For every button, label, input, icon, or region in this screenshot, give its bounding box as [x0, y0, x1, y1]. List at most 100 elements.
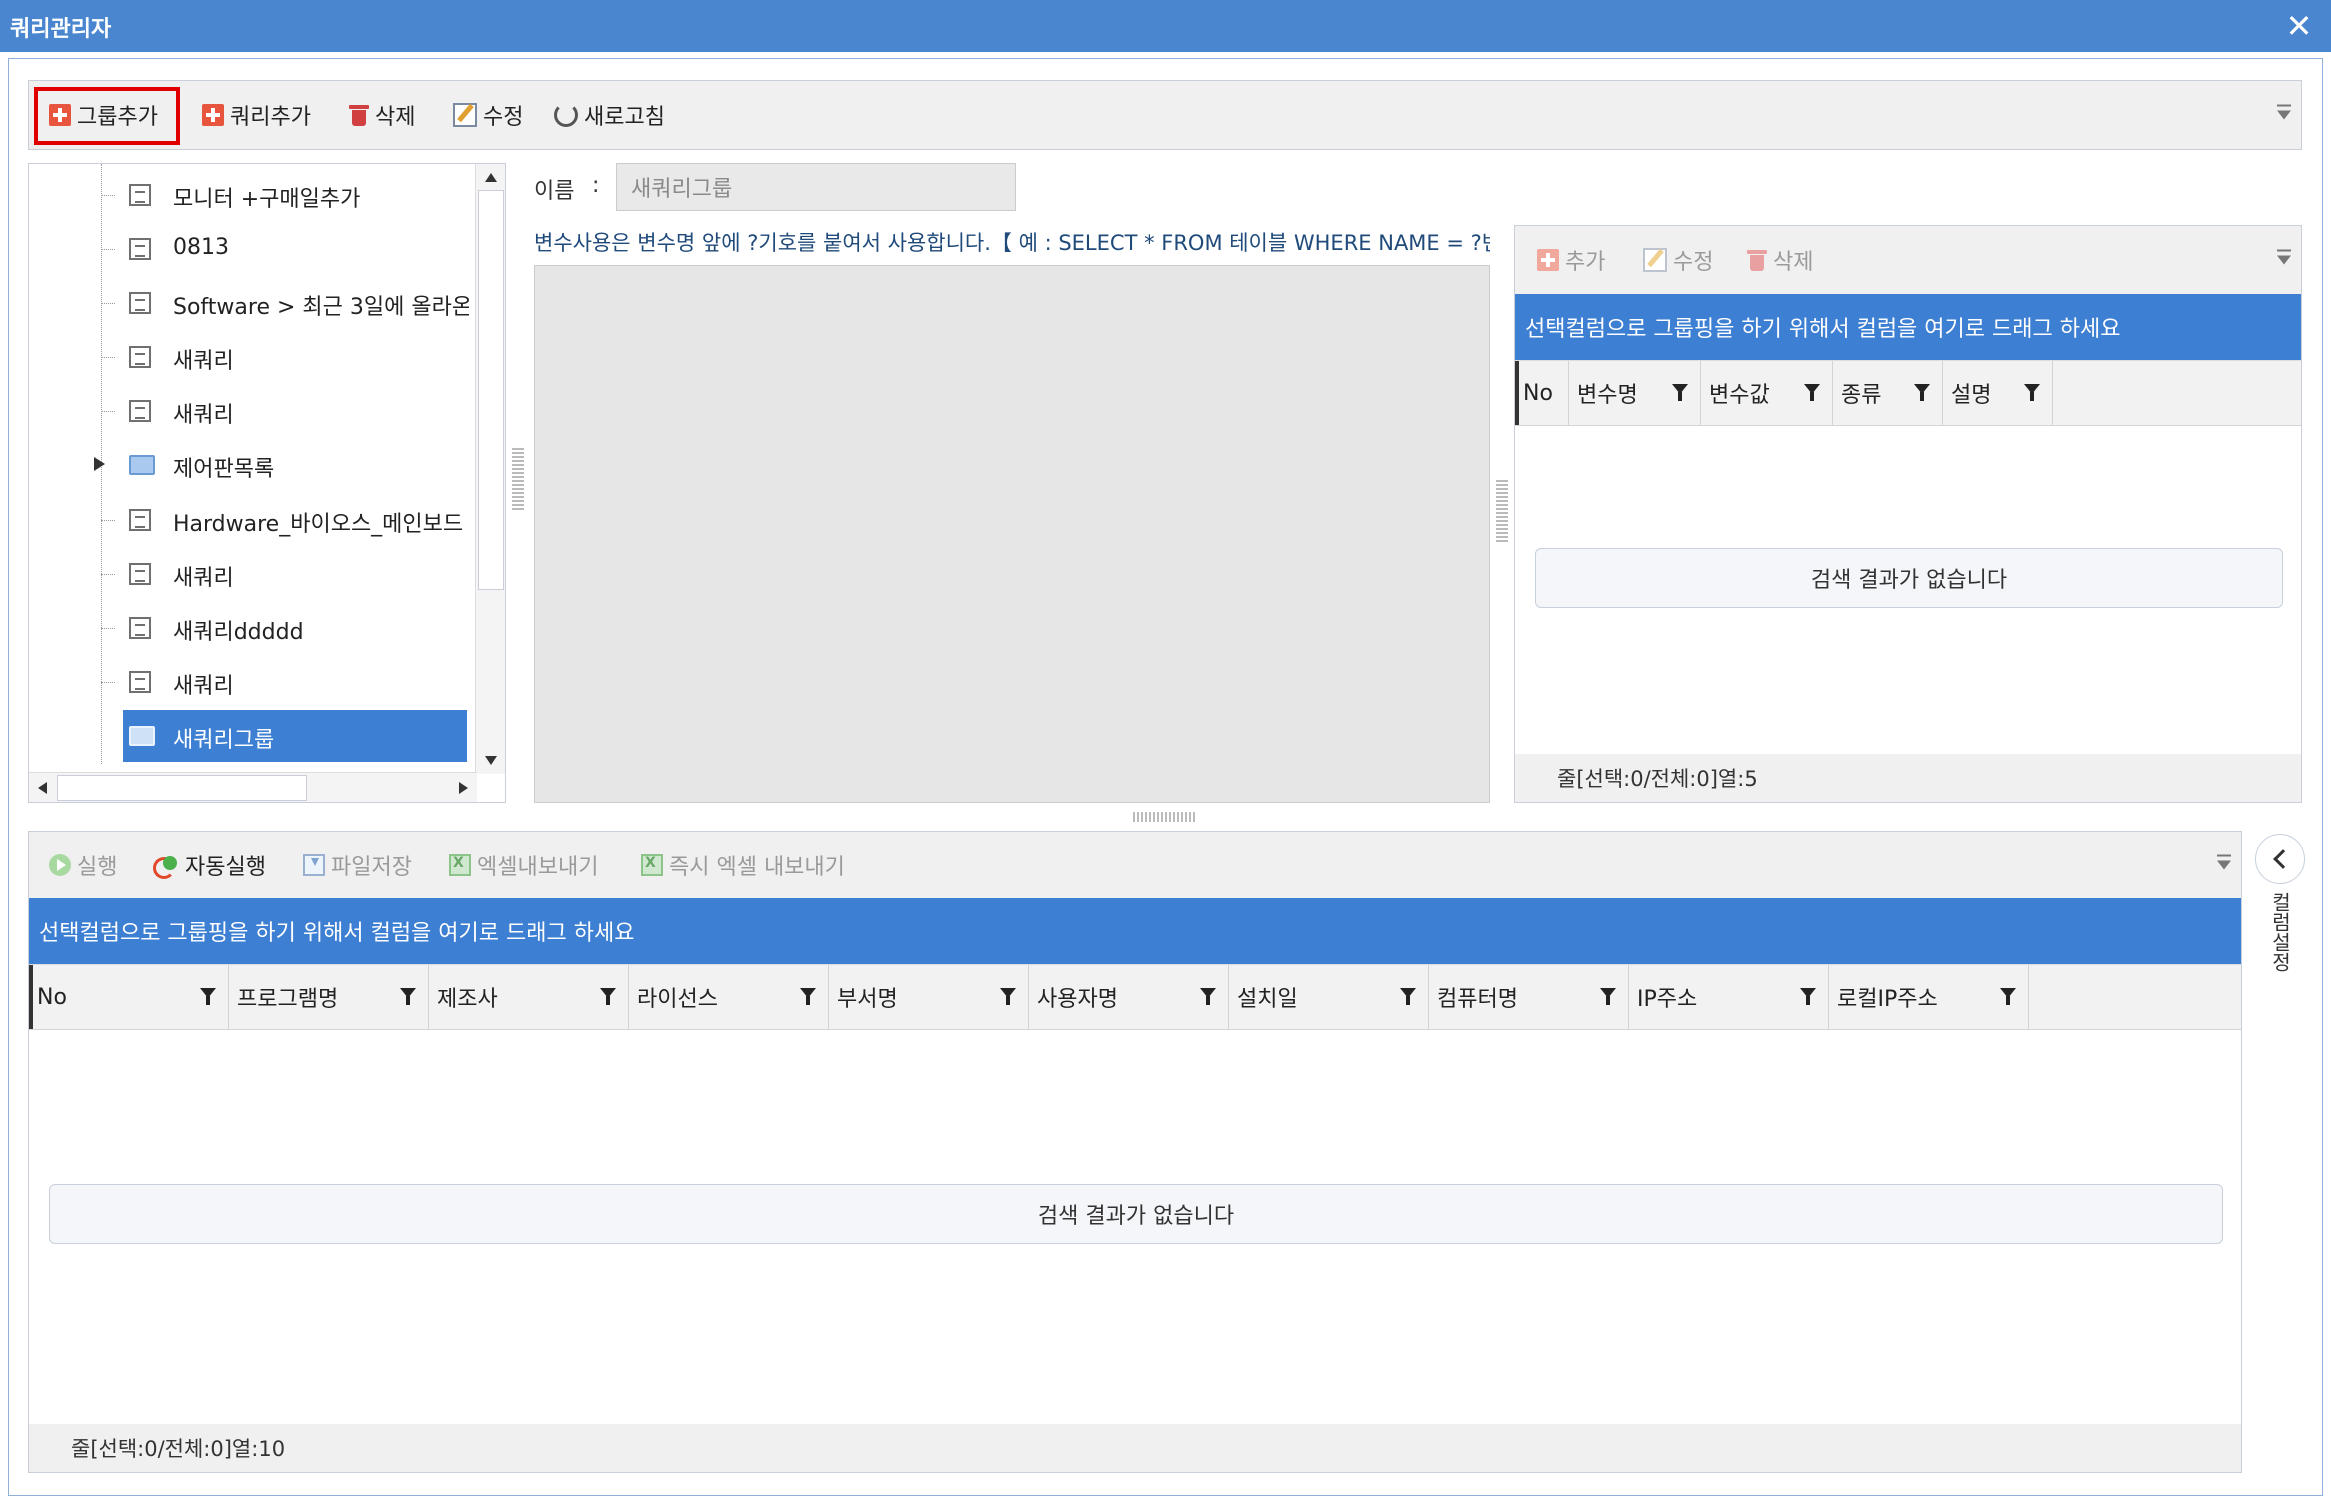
- filter-icon[interactable]: [1800, 988, 1816, 1006]
- tree-item[interactable]: 제어판목록: [29, 439, 469, 491]
- variable-edit-button[interactable]: 수정: [1643, 226, 1713, 294]
- column-header[interactable]: 부서명: [829, 965, 1029, 1029]
- add-group-highlight: [34, 87, 180, 145]
- filter-icon[interactable]: [1200, 988, 1216, 1006]
- filter-icon[interactable]: [1600, 988, 1616, 1006]
- filter-icon[interactable]: [1914, 384, 1930, 402]
- excel-export-button[interactable]: 엑셀내보내기: [449, 832, 598, 898]
- filter-icon[interactable]: [800, 988, 816, 1006]
- tree-item[interactable]: 새쿼리ddddd: [29, 602, 469, 654]
- delete-button[interactable]: 삭제: [349, 81, 415, 149]
- tree-item-label: 새쿼리: [173, 674, 234, 699]
- excel-export-label: 엑셀내보내기: [477, 855, 599, 880]
- column-header[interactable]: 변수값: [1701, 361, 1833, 425]
- filter-icon[interactable]: [600, 988, 616, 1006]
- filter-icon[interactable]: [1000, 988, 1016, 1006]
- filter-icon[interactable]: [2024, 384, 2040, 402]
- tree-splitter[interactable]: [512, 448, 524, 512]
- tree-vertical-scrollbar[interactable]: [475, 164, 505, 774]
- tree-item[interactable]: 0813: [29, 223, 469, 275]
- refresh-icon: [554, 103, 578, 127]
- tree-item-selected[interactable]: 새쿼리그룹: [29, 710, 469, 762]
- query-tree: 모니터 +구매일추가 0813 Software > 최근 3일에 올라온 새쿼…: [28, 163, 506, 803]
- tree-item[interactable]: 모니터 +구매일추가: [29, 169, 469, 221]
- toolbar-menu-icon[interactable]: [2217, 854, 2231, 870]
- close-icon[interactable]: ✕: [2279, 6, 2319, 46]
- column-header[interactable]: 컴퓨터명: [1429, 965, 1629, 1029]
- variable-toolbar: 추가 수정 삭제: [1515, 226, 2301, 294]
- editor-splitter[interactable]: [1496, 480, 1508, 544]
- tree-item[interactable]: Software > 최근 3일에 올라온: [29, 277, 469, 329]
- refresh-button[interactable]: 새로고침: [554, 81, 665, 149]
- column-header[interactable]: No: [1515, 361, 1569, 425]
- variable-hint: 변수사용은 변수명 앞에 ?기호를 붙여서 사용합니다.【 예 : SELECT…: [534, 231, 1490, 255]
- chevron-left-icon[interactable]: [2255, 834, 2305, 884]
- excel-icon: [449, 854, 471, 876]
- column-header[interactable]: 로컬IP주소: [1829, 965, 2029, 1029]
- variable-delete-button[interactable]: 삭제: [1747, 226, 1813, 294]
- group-by-bar[interactable]: 선택컬럼으로 그룹핑을 하기 위해서 컬럼을 여기로 드래그 하세요: [29, 898, 2241, 964]
- tree-item-label: 새쿼리그룹: [173, 728, 275, 753]
- filter-icon[interactable]: [1400, 988, 1416, 1006]
- scroll-up-icon[interactable]: [485, 173, 497, 182]
- auto-run-label: 자동실행: [185, 855, 266, 880]
- tree-item[interactable]: 새쿼리: [29, 385, 469, 437]
- query-doc-icon: [129, 509, 151, 531]
- name-input[interactable]: [616, 163, 1016, 211]
- result-panel: 실행 자동실행 파일저장 엑셀내보내기 즉시 엑셀 내보내기 선택컬럼으로 그룹…: [28, 831, 2242, 1473]
- column-header[interactable]: 변수명: [1569, 361, 1701, 425]
- add-query-label: 쿼리추가: [230, 105, 311, 130]
- filter-icon[interactable]: [1672, 384, 1688, 402]
- variable-add-button[interactable]: 추가: [1537, 226, 1605, 294]
- toolbar-menu-icon[interactable]: [2277, 249, 2291, 265]
- panel-splitter[interactable]: [1133, 812, 1197, 822]
- scroll-down-icon[interactable]: [485, 756, 497, 765]
- column-header[interactable]: 종류: [1833, 361, 1943, 425]
- add-query-button[interactable]: 쿼리추가: [202, 81, 311, 149]
- edit-button[interactable]: 수정: [453, 81, 523, 149]
- group-by-bar[interactable]: 선택컬럼으로 그룹핑을 하기 위해서 컬럼을 여기로 드래그 하세요: [1515, 294, 2301, 360]
- tree-item-label: 새쿼리: [173, 566, 234, 591]
- filter-icon[interactable]: [200, 988, 216, 1006]
- scroll-left-icon[interactable]: [38, 782, 47, 794]
- scroll-thumb[interactable]: [478, 190, 504, 590]
- run-button[interactable]: 실행: [49, 832, 117, 898]
- tree-item[interactable]: 새쿼리: [29, 331, 469, 383]
- auto-run-icon: [153, 853, 179, 879]
- tree-horizontal-scrollbar[interactable]: [29, 772, 477, 802]
- toolbar-menu-icon[interactable]: [2277, 104, 2291, 120]
- query-editor[interactable]: [534, 265, 1490, 803]
- tree-item[interactable]: Hardware_바이오스_메인보드: [29, 494, 469, 546]
- empty-result-message: 검색 결과가 없습니다: [1535, 548, 2283, 608]
- filter-icon[interactable]: [400, 988, 416, 1006]
- expand-arrow-icon[interactable]: [94, 457, 105, 471]
- run-label: 실행: [77, 855, 118, 880]
- filter-icon[interactable]: [1804, 384, 1820, 402]
- column-header[interactable]: 사용자명: [1029, 965, 1229, 1029]
- query-doc-icon: [129, 400, 151, 422]
- column-header[interactable]: 설치일: [1229, 965, 1429, 1029]
- column-header[interactable]: No: [29, 965, 229, 1029]
- column-settings-label[interactable]: 컬럼설정: [2265, 892, 2295, 972]
- column-header[interactable]: 프로그램명: [229, 965, 429, 1029]
- tree-item[interactable]: 새쿼리: [29, 548, 469, 600]
- tree-item[interactable]: 새쿼리: [29, 656, 469, 708]
- column-header[interactable]: 제조사: [429, 965, 629, 1029]
- edit-icon: [453, 103, 477, 127]
- variable-delete-label: 삭제: [1773, 250, 1814, 275]
- save-file-icon: [303, 854, 325, 876]
- column-header[interactable]: 라이선스: [629, 965, 829, 1029]
- instant-excel-button[interactable]: 즉시 엑셀 내보내기: [641, 832, 845, 898]
- filter-icon[interactable]: [2000, 988, 2016, 1006]
- save-file-button[interactable]: 파일저장: [303, 832, 412, 898]
- play-icon: [49, 854, 71, 876]
- query-doc-icon: [129, 184, 151, 206]
- query-doc-icon: [129, 346, 151, 368]
- result-status-bar: 줄[선택:0/전체:0]열:10: [29, 1424, 2241, 1472]
- scroll-right-icon[interactable]: [459, 782, 468, 794]
- auto-run-button[interactable]: 자동실행: [153, 832, 266, 898]
- scroll-thumb[interactable]: [57, 775, 307, 801]
- column-header[interactable]: IP주소: [1629, 965, 1829, 1029]
- query-doc-icon: [129, 563, 151, 585]
- column-header[interactable]: 설명: [1943, 361, 2053, 425]
